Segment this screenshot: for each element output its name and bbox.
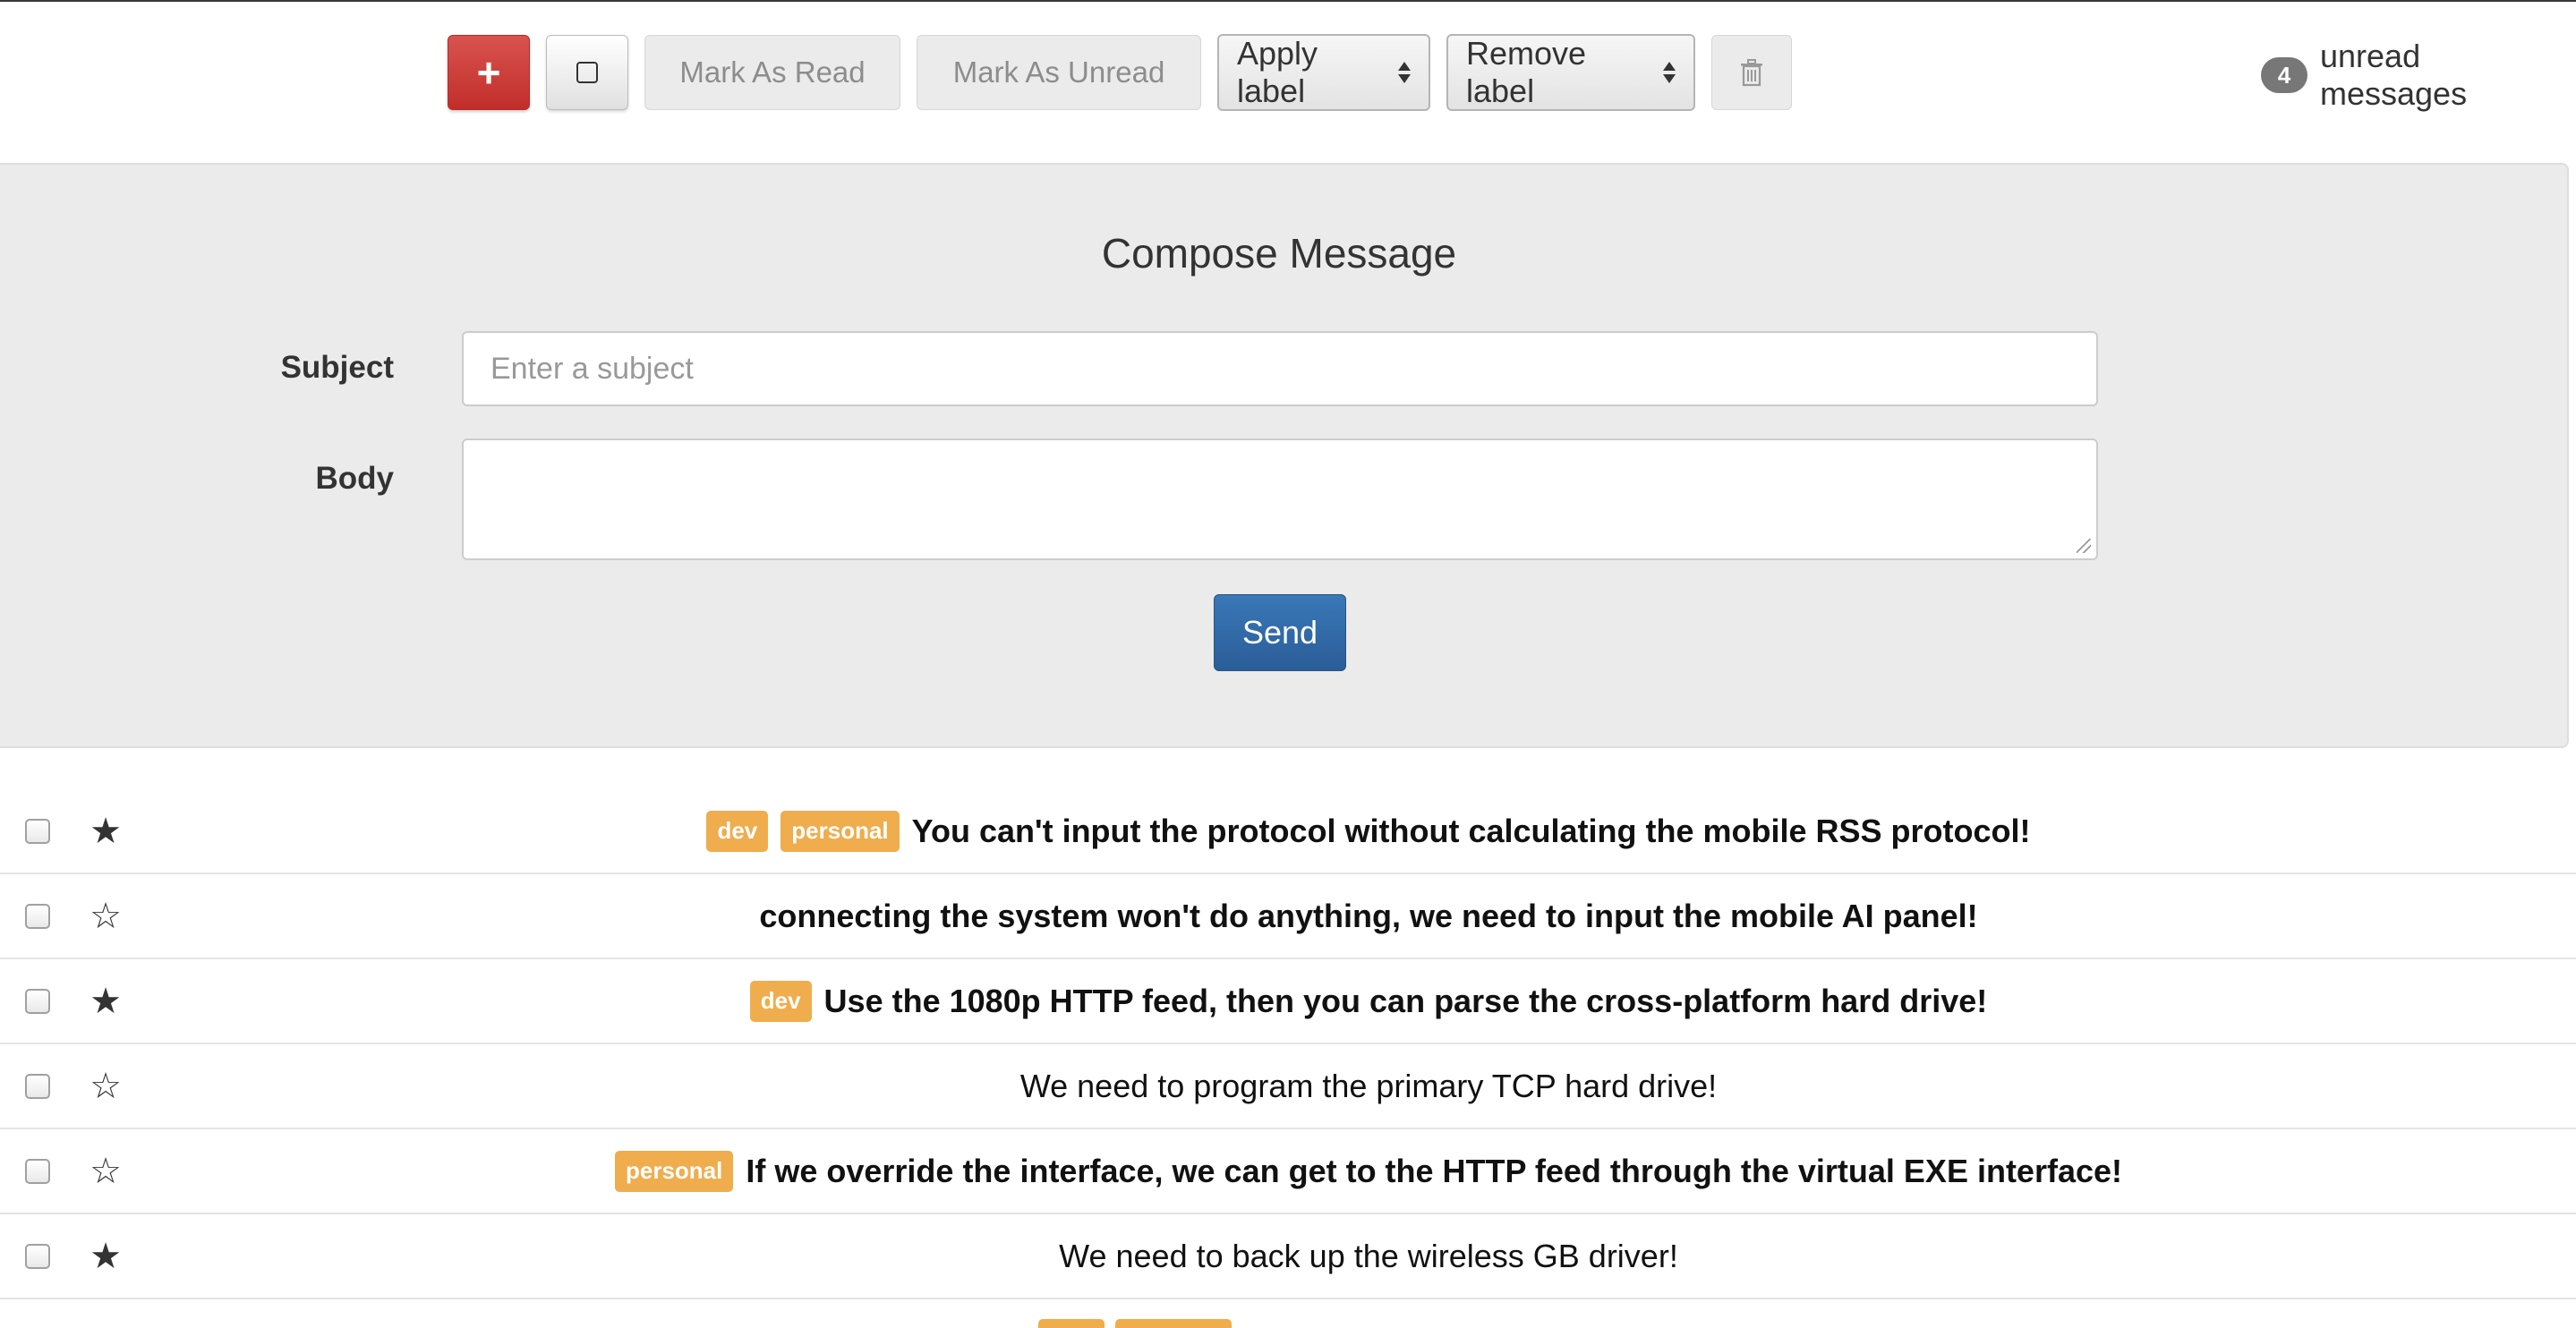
subject-placeholder: Enter a subject [490,351,694,386]
message-row[interactable]: ☆ connecting the system won't do anything… [0,874,2576,959]
apply-label-select[interactable]: Apply label [1217,34,1430,111]
star-filled-icon[interactable]: ★ [86,983,125,1019]
checkbox-empty-icon [576,62,598,83]
message-row[interactable]: ☆ We need to program the primary TCP hard… [0,1044,2576,1129]
unread-count-badge: 4 [2261,57,2307,93]
label-tag-partial [1038,1319,1105,1328]
resize-grip-icon[interactable] [2077,539,2091,553]
message-row[interactable]: ☆ personal If we override the interface, w… [0,1129,2576,1214]
star-empty-icon[interactable]: ☆ [86,1153,125,1189]
mark-as-unread-label: Mark As Unread [952,55,1165,89]
message-row-partial [0,1299,2576,1328]
message-subject[interactable]: If we override the interface, we can get… [746,1153,2122,1190]
message-subject[interactable]: We need to program the primary TCP hard … [1020,1068,1717,1105]
mark-as-unread-button[interactable]: Mark As Unread [917,35,1201,110]
star-empty-icon[interactable]: ☆ [86,898,125,934]
message-content: personal If we override the interface, we… [161,1150,2576,1192]
remove-label-text: Remove label [1466,35,1587,109]
unread-counter: 4 unread messages [2261,38,2576,113]
message-list: ★ dev personal You can't input the protocol… [0,789,2576,1328]
compose-button[interactable]: + [448,35,530,110]
star-filled-icon[interactable]: ★ [86,813,125,849]
remove-label-select[interactable]: Remove label [1446,34,1695,111]
message-subject[interactable]: connecting the system won't do anything,… [759,898,1977,935]
label-tag-partial [1115,1319,1232,1328]
select-arrows-icon [1398,62,1411,83]
select-all-button[interactable] [546,35,628,110]
subject-label: Subject [280,350,394,385]
message-content: dev Use the 1080p HTTP feed, then you can… [161,980,2576,1022]
label-tag: personal [780,810,900,852]
message-checkbox[interactable] [25,818,50,844]
message-row[interactable]: ★ We need to back up the wireless GB driv… [0,1214,2576,1299]
message-subject[interactable]: Use the 1080p HTTP feed, then you can pa… [824,983,1988,1020]
message-checkbox[interactable] [25,1158,50,1184]
body-textarea[interactable] [462,438,2098,560]
delete-button[interactable] [1711,35,1792,110]
unread-text: unread messages [2320,38,2468,112]
plus-icon: + [476,49,501,96]
compose-title: Compose Message [1101,230,1457,277]
compose-panel: Compose Message Subject Enter a subject … [0,163,2569,748]
message-content: We need to program the primary TCP hard … [161,1068,2576,1105]
select-arrows-icon [1663,62,1676,83]
star-empty-icon[interactable]: ☆ [86,1068,125,1104]
label-tag: dev [749,980,812,1022]
mark-as-read-button[interactable]: Mark As Read [644,35,900,110]
toolbar: + Mark As Read Mark As Unread Apply labe… [448,34,1792,111]
subject-input[interactable]: Enter a subject [462,331,2098,406]
apply-label-text: Apply label [1237,35,1318,109]
body-label: Body [315,461,395,496]
message-checkbox[interactable] [25,988,50,1014]
label-tag: personal [614,1150,734,1192]
message-checkbox[interactable] [25,1243,50,1269]
send-button[interactable]: Send [1214,594,1346,671]
message-content: We need to back up the wireless GB drive… [161,1238,2576,1275]
trash-icon [1741,59,1762,87]
star-filled-icon[interactable]: ★ [86,1239,125,1274]
message-row[interactable]: ★ dev personal You can't input the protocol… [0,789,2576,874]
message-content: connecting the system won't do anything,… [161,898,2576,935]
send-label: Send [1241,614,1318,651]
message-checkbox[interactable] [25,903,50,929]
message-subject[interactable]: You can't input the protocol without cal… [912,813,2031,850]
message-subject[interactable]: We need to back up the wireless GB drive… [1059,1238,1678,1275]
message-checkbox[interactable] [25,1073,50,1099]
message-content: dev personal You can't input the protocol … [161,810,2576,852]
label-tag: dev [706,810,769,852]
message-row[interactable]: ★ dev Use the 1080p HTTP feed, then you ca… [0,959,2576,1044]
mark-as-read-label: Mark As Read [679,55,866,89]
